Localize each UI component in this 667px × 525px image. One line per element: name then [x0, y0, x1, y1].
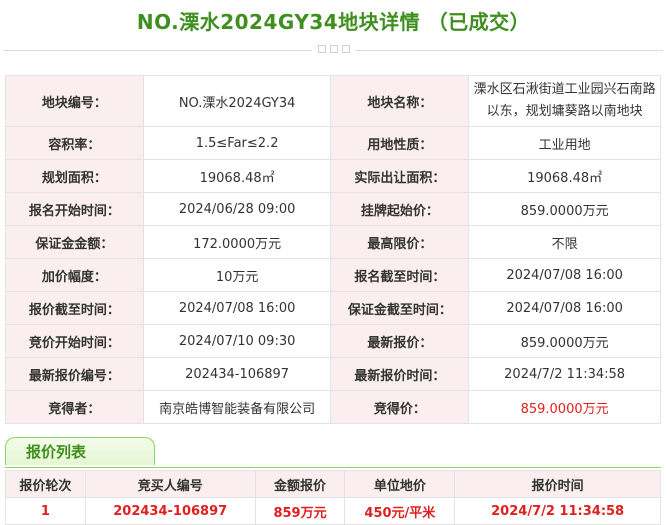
- cell-amount: 859万元: [254, 497, 346, 525]
- label-planned-area: 规划面积：: [5, 159, 144, 193]
- value-plot-ratio: 1.5≤Far≤2.2: [142, 126, 332, 160]
- info-row: 竞得者： 南京皓博智能装备有限公司 竞得价： 859.0000万元: [5, 390, 661, 424]
- parcel-info-table: 地块编号： NO.溧水2024GY34 地块名称： 溧水区石湫街道工业园兴石南路…: [5, 75, 661, 424]
- label-latest-quote-time: 最新报价时间：: [330, 357, 470, 391]
- label-auction-start: 竞价开始时间：: [5, 324, 144, 358]
- label-parcel-name: 地块名称：: [330, 75, 470, 127]
- value-deposit-deadline: 2024/07/08 16:00: [468, 291, 661, 325]
- label-registration-start: 报名开始时间：: [5, 192, 144, 226]
- cell-round: 1: [5, 497, 86, 525]
- bid-table-header: 报价轮次 竞买人编号 金额报价 单位地价 报价时间: [5, 470, 661, 498]
- value-latest-quote-number: 202434-106897: [142, 357, 332, 391]
- header-quote-time: 报价时间: [454, 470, 661, 498]
- info-row: 报价截至时间： 2024/07/08 16:00 保证金截至时间： 2024/0…: [5, 291, 661, 325]
- label-actual-area: 实际出让面积：: [330, 159, 470, 193]
- value-latest-quote: 859.0000万元: [468, 324, 661, 358]
- cell-unit-price: 450元/平米: [344, 497, 456, 525]
- info-row: 报名开始时间： 2024/06/28 09:00 挂牌起始价： 859.0000…: [5, 192, 661, 226]
- value-latest-quote-time: 2024/7/2 11:34:58: [468, 357, 661, 391]
- label-latest-quote: 最新报价：: [330, 324, 470, 358]
- value-price-cap: 不限: [468, 225, 661, 259]
- value-winner: 南京皓博智能装备有限公司: [142, 390, 332, 424]
- page-title: NO.溧水2024GY34地块详情 （已成交）: [136, 10, 531, 34]
- header-amount: 金额报价: [254, 470, 346, 498]
- value-winning-price: 859.0000万元: [468, 390, 661, 424]
- cell-bidder-number: 202434-106897: [84, 497, 256, 525]
- value-registration-start: 2024/06/28 09:00: [142, 192, 332, 226]
- label-winner: 竞得者：: [5, 390, 144, 424]
- info-row: 加价幅度： 10万元 报名截至时间： 2024/07/08 16:00: [5, 258, 661, 292]
- value-planned-area: 19068.48㎡: [142, 159, 332, 193]
- value-actual-area: 19068.48㎡: [468, 159, 661, 193]
- label-deposit-amount: 保证金金额：: [5, 225, 144, 259]
- info-row: 规划面积： 19068.48㎡ 实际出让面积： 19068.48㎡: [5, 159, 661, 193]
- value-bid-increment: 10万元: [142, 258, 332, 292]
- cell-quote-time: 2024/7/2 11:34:58: [454, 497, 661, 525]
- label-registration-deadline: 报名截至时间：: [330, 258, 470, 292]
- bid-list-table: 报价轮次 竞买人编号 金额报价 单位地价 报价时间 1 202434-10689…: [5, 470, 661, 525]
- label-parcel-number: 地块编号：: [5, 75, 144, 127]
- value-registration-deadline: 2024/07/08 16:00: [468, 258, 661, 292]
- info-row: 竞价开始时间： 2024/07/10 09:30 最新报价： 859.0000万…: [5, 324, 661, 358]
- info-row: 容积率： 1.5≤Far≤2.2 用地性质： 工业用地: [5, 126, 661, 160]
- header-unit-price: 单位地价: [344, 470, 456, 498]
- value-parcel-name: 溧水区石湫街道工业园兴石南路以东，规划墉葵路以南地块: [468, 75, 661, 127]
- info-row: 保证金金额： 172.0000万元 最高限价： 不限: [5, 225, 661, 259]
- tab-bid-list[interactable]: 报价列表: [5, 437, 155, 465]
- label-winning-price: 竞得价：: [330, 390, 470, 424]
- label-plot-ratio: 容积率：: [5, 126, 144, 160]
- label-starting-price: 挂牌起始价：: [330, 192, 470, 226]
- label-land-use: 用地性质：: [330, 126, 470, 160]
- label-bid-increment: 加价幅度：: [5, 258, 144, 292]
- info-row: 最新报价编号： 202434-106897 最新报价时间： 2024/7/2 1…: [5, 357, 661, 391]
- bid-tab-bar: 报价列表: [5, 437, 661, 468]
- table-row: 1 202434-106897 859万元 450元/平米 2024/7/2 1…: [5, 497, 661, 525]
- label-price-cap: 最高限价：: [330, 225, 470, 259]
- label-deposit-deadline: 保证金截至时间：: [330, 291, 470, 325]
- header-bidder-number: 竞买人编号: [84, 470, 256, 498]
- label-latest-quote-number: 最新报价编号：: [5, 357, 144, 391]
- header-round: 报价轮次: [5, 470, 86, 498]
- value-auction-start: 2024/07/10 09:30: [142, 324, 332, 358]
- value-starting-price: 859.0000万元: [468, 192, 661, 226]
- value-deposit-amount: 172.0000万元: [142, 225, 332, 259]
- value-land-use: 工业用地: [468, 126, 661, 160]
- value-quote-deadline: 2024/07/08 16:00: [142, 291, 332, 325]
- title-divider: [4, 44, 663, 58]
- label-quote-deadline: 报价截至时间：: [5, 291, 144, 325]
- value-parcel-number: NO.溧水2024GY34: [142, 75, 332, 127]
- info-row: 地块编号： NO.溧水2024GY34 地块名称： 溧水区石湫街道工业园兴石南路…: [5, 75, 661, 127]
